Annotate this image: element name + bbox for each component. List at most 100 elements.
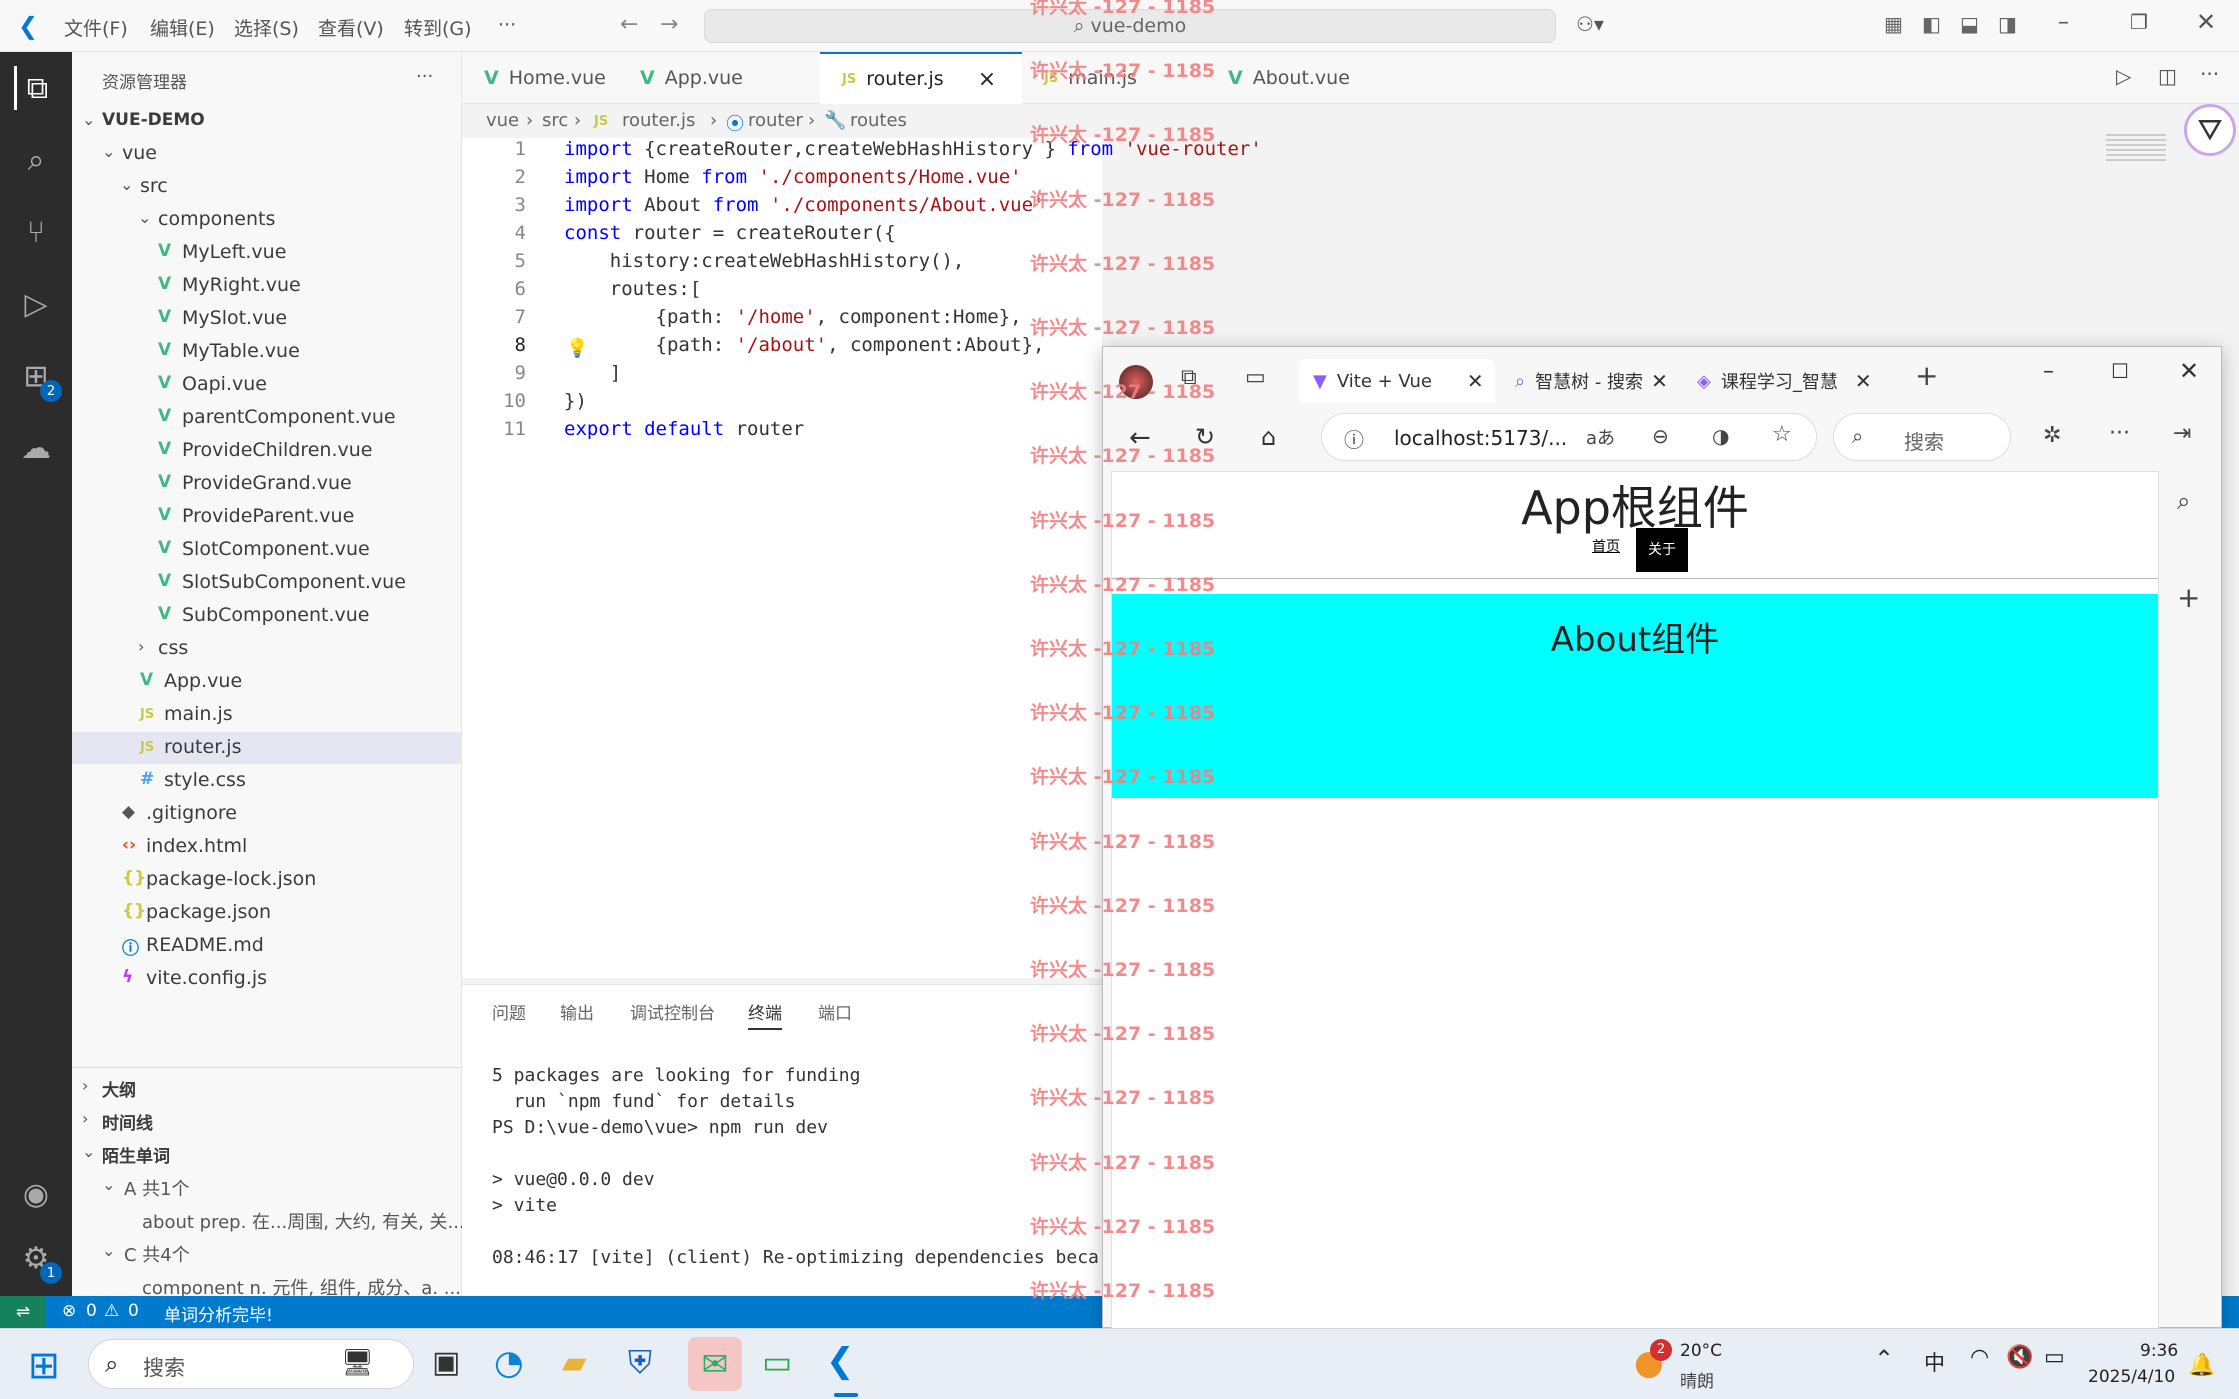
tree-item[interactable]: {} package-lock.json: [72, 864, 462, 896]
browser-minimize-icon[interactable]: –: [2043, 359, 2054, 384]
weather-text[interactable]: 晴朗: [1680, 1367, 1714, 1392]
run-debug-icon[interactable]: ▷: [14, 282, 58, 326]
tree-item[interactable]: V SubComponent.vue: [72, 600, 462, 632]
tree-item[interactable]: JS main.js: [72, 699, 462, 731]
tree-item[interactable]: › css: [72, 633, 462, 665]
browser-menu-icon[interactable]: ···: [2109, 421, 2130, 446]
tree-item[interactable]: JS router.js: [72, 732, 462, 764]
nav-link-home[interactable]: 首页: [1592, 536, 1620, 556]
clock-date[interactable]: 2025/4/10: [2088, 1367, 2175, 1387]
minimize-icon[interactable]: –: [2058, 10, 2069, 35]
remote-desktop-icon[interactable]: ▭: [762, 1343, 792, 1381]
weather-temp[interactable]: 20°C: [1680, 1341, 1722, 1361]
forward-arrow-icon[interactable]: →: [660, 12, 678, 37]
tree-item[interactable]: V MyTable.vue: [72, 336, 462, 368]
editor-tab[interactable]: JS router.js ×: [820, 52, 1022, 104]
menu-view[interactable]: 查看(V): [318, 14, 384, 41]
tree-item[interactable]: ϟ vite.config.js: [72, 963, 462, 995]
error-count[interactable]: 0: [86, 1301, 97, 1321]
tree-item[interactable]: ‹› index.html: [72, 831, 462, 863]
source-control-icon[interactable]: ⑂: [14, 210, 58, 254]
vertical-tabs-icon[interactable]: ▭: [1245, 365, 1266, 390]
ime-indicator[interactable]: 中: [1924, 1347, 1945, 1377]
wechat-icon[interactable]: ✉: [688, 1337, 742, 1391]
site-info-icon[interactable]: ⓘ: [1344, 424, 1364, 453]
remote-indicator[interactable]: ⇌: [0, 1296, 46, 1328]
zoom-out-icon[interactable]: ⊖: [1652, 424, 1669, 448]
tree-item[interactable]: {} package.json: [72, 897, 462, 929]
tree-item[interactable]: ⓘ README.md: [72, 930, 462, 962]
panel-tab-ports[interactable]: 端口: [818, 999, 852, 1024]
tree-item[interactable]: V MySlot.vue: [72, 303, 462, 335]
menu-selection[interactable]: 选择(S): [234, 14, 299, 41]
warning-count[interactable]: 0: [128, 1301, 139, 1321]
section-outline[interactable]: › 大纲: [72, 1072, 462, 1104]
url-text[interactable]: localhost:5173/...: [1394, 426, 1567, 450]
wifi-icon[interactable]: ◠: [1970, 1345, 1989, 1370]
tree-item[interactable]: V SlotComponent.vue: [72, 534, 462, 566]
explorer-more-button[interactable]: ···: [416, 66, 433, 87]
tree-item[interactable]: V ProvideGrand.vue: [72, 468, 462, 500]
sidebar-toggle-icon[interactable]: ⇥: [2173, 421, 2191, 446]
taskbar-search[interactable]: ⌕ 搜索 🖥: [88, 1339, 414, 1389]
word-item[interactable]: ⌄ A 共1个: [72, 1171, 462, 1203]
search-icon[interactable]: ⌕: [14, 138, 58, 182]
tree-item[interactable]: V ProvideParent.vue: [72, 501, 462, 533]
word-item[interactable]: ⌄ C 共4个: [72, 1237, 462, 1269]
tree-item[interactable]: V App.vue: [72, 666, 462, 698]
menu-edit[interactable]: 编辑(E): [150, 14, 215, 41]
tree-item[interactable]: # style.css: [72, 765, 462, 797]
tree-item[interactable]: ⌄ components: [72, 204, 462, 236]
toggle-sidebar-icon[interactable]: ◧: [1922, 12, 1941, 36]
clock-time[interactable]: 9:36: [2140, 1341, 2178, 1361]
section-timeline[interactable]: › 时间线: [72, 1105, 462, 1137]
tree-item[interactable]: V ProvideChildren.vue: [72, 435, 462, 467]
toggle-secondary-sidebar-icon[interactable]: ◨: [1998, 12, 2017, 36]
copilot-avatar[interactable]: ⛛: [2184, 104, 2236, 156]
extensions-puzzle-icon[interactable]: ✲: [2043, 423, 2061, 448]
sidebar-search-icon[interactable]: ⌕: [2177, 487, 2190, 515]
menu-goto[interactable]: 转到(G): [404, 14, 472, 41]
browser-tab-close-icon[interactable]: ✕: [1651, 369, 1668, 393]
tree-item[interactable]: ⌄ vue: [72, 138, 462, 170]
restore-icon[interactable]: ❐: [2130, 10, 2148, 34]
browser-tab[interactable]: ▼ Vite + Vue ✕: [1299, 359, 1495, 403]
new-tab-icon[interactable]: +: [1915, 359, 1938, 392]
breadcrumb-file[interactable]: router.js: [622, 110, 695, 131]
browser-close-icon[interactable]: ✕: [2179, 357, 2199, 385]
volume-muted-icon[interactable]: 🔇: [2006, 1345, 2033, 1370]
browser-tab-close-icon[interactable]: ✕: [1855, 369, 1872, 393]
word-item[interactable]: about prep. 在...周围, 大约, 有关, 关...: [72, 1204, 465, 1236]
task-view-icon[interactable]: ▣: [432, 1345, 460, 1380]
remote-icon[interactable]: ☁: [14, 426, 58, 470]
editor-tab[interactable]: V Home.vue: [462, 52, 618, 104]
tree-item[interactable]: V MyLeft.vue: [72, 237, 462, 269]
lightbulb-icon[interactable]: 💡: [566, 338, 588, 359]
browser-tab[interactable]: ◈ 课程学习_智慧 ✕: [1683, 359, 1883, 403]
tree-item[interactable]: ⌄ src: [72, 171, 462, 203]
layout-customize-icon[interactable]: ▦: [1884, 12, 1903, 36]
breadcrumb-router[interactable]: router: [748, 110, 803, 131]
breadcrumb-vue[interactable]: vue: [486, 110, 519, 131]
vscode-taskbar-icon[interactable]: ❮: [826, 1341, 855, 1381]
browser-tab[interactable]: ⌕ 智慧树 - 搜索 ✕: [1501, 359, 1683, 403]
favorite-star-icon[interactable]: ☆: [1772, 422, 1792, 447]
editor-tab[interactable]: V App.vue: [618, 52, 820, 104]
back-arrow-icon[interactable]: ←: [620, 12, 638, 37]
nav-link-about[interactable]: 关于: [1636, 528, 1688, 572]
windows-start-icon[interactable]: ⊞: [28, 1343, 60, 1387]
tree-item[interactable]: V MyRight.vue: [72, 270, 462, 302]
breadcrumb-src[interactable]: src: [542, 110, 568, 131]
split-editor-icon[interactable]: ◫: [2158, 64, 2177, 88]
home-icon[interactable]: ⌂: [1261, 423, 1276, 451]
panel-tab-output[interactable]: 输出: [560, 999, 594, 1024]
sidebar-add-icon[interactable]: +: [2177, 581, 2200, 614]
tray-overflow-icon[interactable]: ⌃: [1874, 1345, 1894, 1373]
explorer-icon[interactable]: ⧉: [14, 66, 58, 110]
breadcrumb-routes[interactable]: routes: [850, 110, 907, 131]
file-explorer-icon[interactable]: ▰: [562, 1343, 587, 1381]
editor-tab[interactable]: V About.vue: [1206, 52, 1406, 104]
error-icon[interactable]: ⊗: [62, 1301, 76, 1321]
copilot-icon[interactable]: ⚇▾: [1576, 12, 1604, 36]
tree-item[interactable]: V SlotSubComponent.vue: [72, 567, 462, 599]
